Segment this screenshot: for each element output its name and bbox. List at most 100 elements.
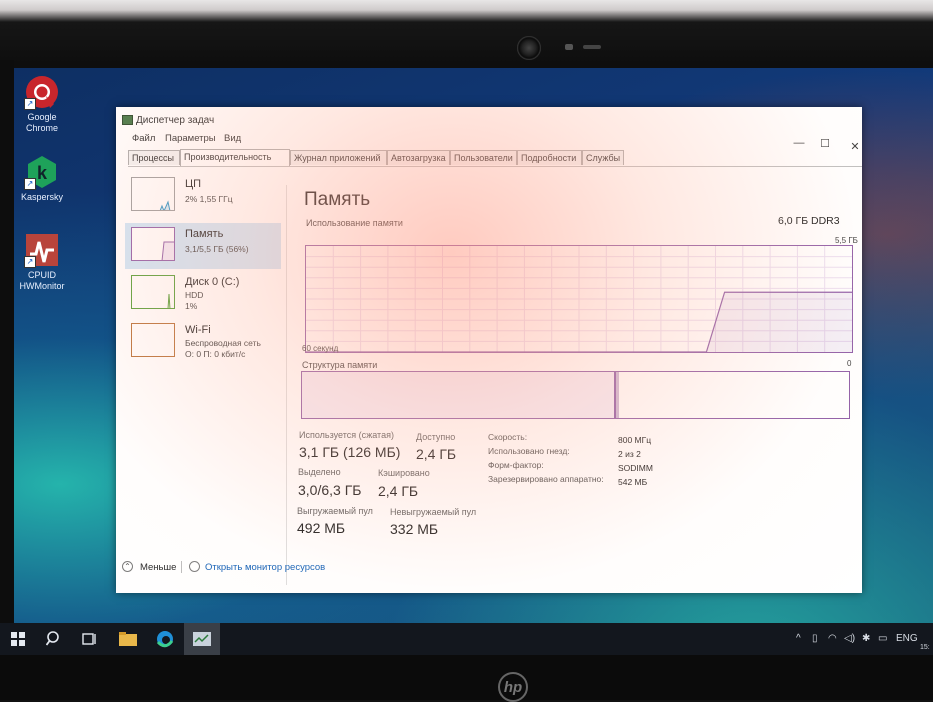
page-title: Память <box>304 189 371 210</box>
clock[interactable]: 15: <box>920 644 930 651</box>
laptop-bezel-top <box>0 0 933 70</box>
tab-services[interactable]: Службы <box>582 150 624 165</box>
tab-processes[interactable]: Процессы <box>128 150 180 165</box>
chart-zero-label: 0 <box>847 359 852 368</box>
stat-available-label: Доступно <box>416 432 456 442</box>
menu-file[interactable]: Файл <box>132 133 155 144</box>
composition-in-use <box>302 372 616 418</box>
desktop-icon-label: Kaspersky <box>20 192 64 202</box>
memory-type: 6,0 ГБ DDR3 <box>778 215 840 227</box>
tab-divider <box>128 166 862 167</box>
laptop-bezel-left <box>0 60 14 660</box>
edge-browser-icon[interactable] <box>147 623 183 655</box>
wifi-icon[interactable]: ◠ <box>828 633 837 644</box>
side-item-subtitle: О: 0 П: 0 кбит/с <box>185 349 246 359</box>
stat-paged-label: Выгружаемый пул <box>297 506 373 516</box>
window-footer: ⌃ Меньше Открыть монитор ресурсов <box>116 553 862 583</box>
window-title: Диспетчер задач <box>136 115 215 126</box>
side-item-disk[interactable]: Диск 0 (C:) HDD 1% <box>125 271 281 317</box>
menu-options[interactable]: Параметры <box>165 133 216 144</box>
volume-icon[interactable]: ◁) <box>844 633 855 644</box>
side-item-subtitle: 1% <box>185 301 198 311</box>
info-form-label: Форм-фактор: <box>488 460 544 470</box>
kaspersky-icon: k ↗ <box>24 154 60 190</box>
stat-cached-value: 2,4 ГБ <box>378 483 419 499</box>
shortcut-arrow-icon: ↗ <box>24 178 36 190</box>
menu-view[interactable]: Вид <box>224 133 241 144</box>
composition-modified <box>616 372 619 418</box>
cpu-thumbnail-graph <box>131 177 175 211</box>
task-manager-icon <box>122 115 133 125</box>
side-item-subtitle: Беспроводная сеть <box>185 338 261 348</box>
stat-nonpaged-value: 332 МБ <box>390 521 439 537</box>
windows-icon <box>11 632 25 646</box>
performance-side-panel: ЦП 2% 1,55 ГГц Память 3,1/5,5 ГБ (56%) Д… <box>125 173 283 363</box>
side-item-subtitle: 2% 1,55 ГГц <box>185 194 233 204</box>
stat-available-value: 2,4 ГБ <box>416 446 457 462</box>
info-speed-value: 800 МГц <box>618 435 652 445</box>
chart-max-label: 5,5 ГБ <box>835 236 858 245</box>
hp-logo: hp <box>498 672 528 702</box>
side-item-cpu[interactable]: ЦП 2% 1,55 ГГц <box>125 173 281 219</box>
memory-thumbnail-graph <box>131 227 175 261</box>
info-reserved-label: Зарезервировано аппаратно: <box>488 474 604 484</box>
stat-committed-value: 3,0/6,3 ГБ <box>298 482 362 498</box>
taskbar: ^ ▯ ◠ ◁) ✱ ▭ ENG 15: <box>0 623 933 655</box>
side-item-title: Память <box>185 228 224 240</box>
tab-performance[interactable]: Производительность <box>180 149 290 166</box>
svg-text:k: k <box>37 163 48 183</box>
stat-committed-label: Выделено <box>298 467 341 477</box>
desktop-icon-label: Google Chrome <box>25 112 58 133</box>
microphone-slot <box>583 45 601 49</box>
bluetooth-icon[interactable]: ✱ <box>862 633 870 644</box>
shortcut-arrow-icon: ↗ <box>24 256 36 268</box>
desktop-icon-kaspersky[interactable]: k ↗ Kaspersky <box>14 154 70 203</box>
title-bar[interactable]: Диспетчер задач <box>116 107 862 131</box>
footer-separator <box>181 561 182 573</box>
wifi-thumbnail-graph <box>131 323 175 357</box>
resource-monitor-icon <box>189 561 200 572</box>
stat-nonpaged-label: Невыгружаемый пул <box>390 507 477 517</box>
search-icon[interactable] <box>36 623 72 655</box>
side-item-memory[interactable]: Память 3,1/5,5 ГБ (56%) <box>125 223 281 269</box>
task-manager-taskbar-icon[interactable] <box>184 623 220 655</box>
task-manager-window: Диспетчер задач — ☐ ✕ Файл Параметры Вид… <box>116 107 862 593</box>
tab-app-history[interactable]: Журнал приложений <box>290 150 387 165</box>
shortcut-arrow-icon: ↗ <box>24 98 36 110</box>
side-item-title: ЦП <box>185 178 202 190</box>
open-resource-monitor-link[interactable]: Открыть монитор ресурсов <box>205 562 325 573</box>
chevron-up-icon[interactable]: ^ <box>796 633 801 644</box>
battery-icon[interactable]: ▭ <box>878 633 887 644</box>
tab-startup[interactable]: Автозагрузка <box>387 150 450 165</box>
side-item-subtitle: HDD <box>185 290 204 300</box>
side-item-subtitle: 3,1/5,5 ГБ (56%) <box>185 244 249 254</box>
stat-paged-value: 492 МБ <box>297 520 346 536</box>
memory-composition-bar <box>301 371 850 419</box>
info-reserved-value: 542 МБ <box>618 477 648 487</box>
menu-bar: Файл Параметры Вид <box>116 133 862 147</box>
info-speed-label: Скорость: <box>488 432 528 442</box>
disk-thumbnail-graph <box>131 275 175 309</box>
panel-divider <box>286 185 287 585</box>
file-explorer-icon[interactable] <box>110 623 146 655</box>
start-button[interactable] <box>0 623 36 655</box>
chrome-icon: ↗ <box>24 74 60 110</box>
stat-in-use-label: Используется (сжатая) <box>299 430 394 440</box>
desktop-icon-hwmonitor[interactable]: ↗ CPUID HWMonitor <box>14 232 70 292</box>
tab-bar: Процессы Производительность Журнал прило… <box>128 149 862 166</box>
language-indicator[interactable]: ENG <box>896 633 918 644</box>
tab-details[interactable]: Подробности <box>517 150 582 165</box>
side-item-wifi[interactable]: Wi-Fi Беспроводная сеть О: 0 П: 0 кбит/с <box>125 319 281 365</box>
usage-chart-label: Использование памяти <box>306 218 403 228</box>
info-slots-label: Использовано гнезд: <box>488 446 570 456</box>
stat-cached-label: Кэшировано <box>378 468 430 478</box>
task-view-icon[interactable] <box>72 623 108 655</box>
chevron-up-icon[interactable]: ⌃ <box>122 561 133 572</box>
desktop-icon-chrome[interactable]: ↗ Google Chrome <box>14 74 70 134</box>
tab-users[interactable]: Пользователи <box>450 150 517 165</box>
fewer-details-button[interactable]: Меньше <box>140 562 176 573</box>
memory-usage-chart-svg <box>306 246 852 352</box>
composition-label: Структура памяти <box>302 360 378 370</box>
tablet-icon[interactable]: ▯ <box>812 633 818 644</box>
chart-time-label: 60 секунд <box>302 344 339 353</box>
